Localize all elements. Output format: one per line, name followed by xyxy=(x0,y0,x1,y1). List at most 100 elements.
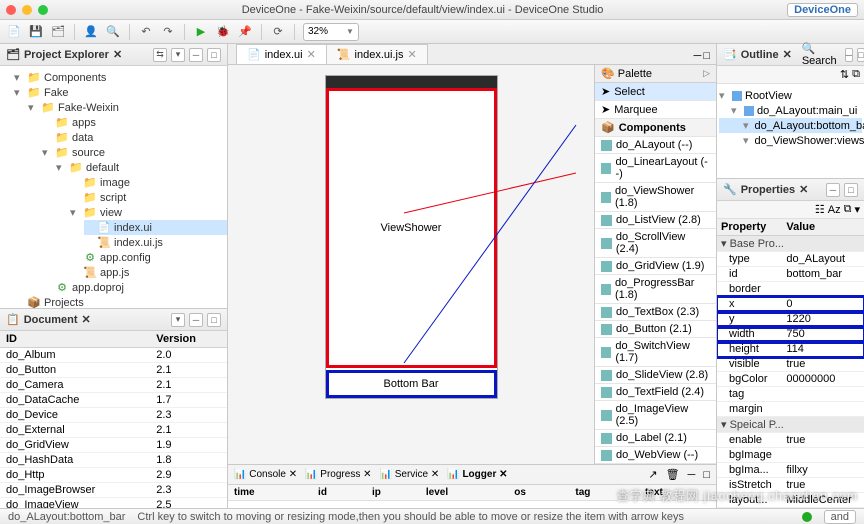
filter-icon[interactable]: ⧉ xyxy=(844,203,852,216)
column-header[interactable]: text xyxy=(639,485,716,501)
document-table[interactable]: IDVersiondo_Album2.0do_Button2.1do_Camer… xyxy=(0,331,227,508)
editor-tab[interactable]: 📄index.ui ✕ xyxy=(236,44,327,64)
tree-item[interactable]: ▾📁Fake xyxy=(14,85,227,100)
maximize-icon[interactable]: □ xyxy=(207,313,221,327)
tree-item[interactable]: 📁image xyxy=(70,175,227,190)
person-icon[interactable]: 👤 xyxy=(83,24,99,40)
property-row[interactable]: layout...MiddleCenter xyxy=(717,493,864,508)
property-row[interactable]: tag xyxy=(717,387,864,402)
property-row[interactable]: isStretchtrue xyxy=(717,478,864,493)
property-row[interactable]: bgColor00000000 xyxy=(717,372,864,387)
pin-icon[interactable]: 📌 xyxy=(237,24,253,40)
twisty-icon[interactable]: ▾ xyxy=(743,134,749,147)
tree-item[interactable]: ⚙app.config xyxy=(70,250,227,265)
chevron-down-icon[interactable]: ▼ xyxy=(346,27,354,36)
outline-tab[interactable]: Outline xyxy=(741,49,779,61)
debug-icon[interactable]: 🐞 xyxy=(215,24,231,40)
property-group[interactable]: ▾ Base Pro... xyxy=(717,236,864,252)
viewshower-region[interactable]: ViewShower xyxy=(326,88,497,368)
table-row[interactable]: do_External2.1 xyxy=(0,423,227,438)
palette-item[interactable]: do_TextField (2.4) xyxy=(595,384,716,401)
minimize-window-button[interactable] xyxy=(22,5,32,15)
twisty-icon[interactable]: ▾ xyxy=(743,119,749,132)
alpha-sort-icon[interactable]: Az xyxy=(828,204,841,216)
design-canvas[interactable]: ViewShower Bottom Bar xyxy=(228,65,594,464)
menu-icon[interactable]: ▾ xyxy=(171,313,185,327)
close-icon[interactable]: ✕ xyxy=(407,48,416,61)
column-header[interactable]: ID xyxy=(0,331,150,348)
palette-item[interactable]: do_Label (2.1) xyxy=(595,430,716,447)
table-row[interactable]: do_Button2.1 xyxy=(0,363,227,378)
console-tab[interactable]: 📊 Console ✕ xyxy=(234,469,297,480)
close-icon[interactable]: ✕ xyxy=(113,48,122,61)
property-row[interactable]: idbottom_bar xyxy=(717,267,864,282)
project-explorer-tree[interactable]: ▾📁Components▾📁Fake▾📁Fake-Weixin📁apps📁dat… xyxy=(0,66,227,308)
tree-item[interactable]: ▾📁default xyxy=(56,160,227,175)
column-header[interactable]: Value xyxy=(782,219,864,236)
outline-item[interactable]: ▾ do_ALayout:main_ui xyxy=(719,103,862,118)
palette-item[interactable]: do_WebView (--) xyxy=(595,447,716,464)
close-icon[interactable]: ✕ xyxy=(307,48,316,61)
property-row[interactable]: bgImage xyxy=(717,448,864,463)
maximize-icon[interactable]: □ xyxy=(703,469,710,481)
property-row[interactable]: margin xyxy=(717,402,864,417)
console-body[interactable]: timeidiplevelostagtext xyxy=(228,485,716,508)
twisty-icon[interactable]: ▾ xyxy=(14,71,24,84)
column-header[interactable]: Version xyxy=(150,331,227,348)
palette-item[interactable]: do_ALayout (--) xyxy=(595,137,716,154)
twisty-icon[interactable]: ▾ xyxy=(731,104,741,117)
filter-icon[interactable]: ⧉ xyxy=(852,68,860,81)
save-icon[interactable]: 💾 xyxy=(28,24,44,40)
tree-item[interactable]: 📦Projects xyxy=(14,295,227,308)
twisty-icon[interactable]: ▾ xyxy=(719,89,729,102)
palette-item[interactable]: do_ScrollView (2.4) xyxy=(595,229,716,258)
palette-tool[interactable]: ➤Marquee xyxy=(595,101,716,119)
column-header[interactable]: Property xyxy=(717,219,782,236)
outline-item[interactable]: ▾ do_ViewShower:viewshowe xyxy=(719,133,862,148)
refresh-icon[interactable]: ⟳ xyxy=(270,24,286,40)
save-all-icon[interactable]: 🗂 xyxy=(50,24,66,40)
minimize-icon[interactable]: ─ xyxy=(826,183,840,197)
table-row[interactable]: do_HashData1.8 xyxy=(0,453,227,468)
new-icon[interactable]: 📄 xyxy=(6,24,22,40)
column-header[interactable]: tag xyxy=(569,485,639,501)
maximize-icon[interactable]: □ xyxy=(857,48,864,62)
tree-item[interactable]: ⚙app.doproj xyxy=(42,280,227,295)
editor-tab[interactable]: 📜index.ui.js ✕ xyxy=(326,44,428,64)
table-row[interactable]: do_Http2.9 xyxy=(0,468,227,483)
property-row[interactable]: width750 xyxy=(717,327,864,342)
palette-item[interactable]: do_ImageView (2.5) xyxy=(595,401,716,430)
search-icon[interactable]: 🔍 xyxy=(105,24,121,40)
minimize-icon[interactable]: ─ xyxy=(694,50,702,62)
property-row[interactable]: border xyxy=(717,282,864,297)
link-editor-icon[interactable]: ⇆ xyxy=(153,48,167,62)
clear-icon[interactable]: 🗑 xyxy=(666,468,680,481)
property-row[interactable]: y1220 xyxy=(717,312,864,327)
property-row[interactable]: enabletrue xyxy=(717,433,864,448)
minimize-icon[interactable]: ─ xyxy=(189,313,203,327)
collapse-icon[interactable]: ▾ xyxy=(171,48,185,62)
palette-item[interactable]: do_TextBox (2.3) xyxy=(595,304,716,321)
tree-item[interactable]: ▾📁Fake-Weixin xyxy=(28,100,227,115)
bottom-bar-region[interactable]: Bottom Bar xyxy=(326,370,497,398)
twisty-icon[interactable]: ▾ xyxy=(28,101,38,114)
maximize-icon[interactable]: □ xyxy=(703,50,710,62)
tree-item[interactable]: ▾📁source xyxy=(42,145,227,160)
properties-table[interactable]: PropertyValue▾ Base Pro...typedo_ALayout… xyxy=(717,219,864,508)
column-header[interactable]: id xyxy=(312,485,366,501)
table-row[interactable]: do_Camera2.1 xyxy=(0,378,227,393)
undo-icon[interactable]: ↶ xyxy=(138,24,154,40)
twisty-icon[interactable]: ▾ xyxy=(14,86,24,99)
table-row[interactable]: do_Album2.0 xyxy=(0,348,227,363)
console-tab[interactable]: 📊 Progress ✕ xyxy=(305,469,371,480)
palette-item[interactable]: do_ListView (2.8) xyxy=(595,212,716,229)
column-header[interactable]: ip xyxy=(366,485,420,501)
property-row[interactable]: bgIma...fillxy xyxy=(717,463,864,478)
property-row[interactable]: visibletrue xyxy=(717,357,864,372)
property-group[interactable]: ▾ Speical P... xyxy=(717,417,864,433)
table-row[interactable]: do_ImageView2.5 xyxy=(0,498,227,509)
run-icon[interactable]: ▶ xyxy=(193,24,209,40)
export-icon[interactable]: ↗ xyxy=(648,468,657,481)
twisty-icon[interactable]: ▾ xyxy=(70,206,80,219)
tree-item[interactable]: 📜index.ui.js xyxy=(84,235,227,250)
